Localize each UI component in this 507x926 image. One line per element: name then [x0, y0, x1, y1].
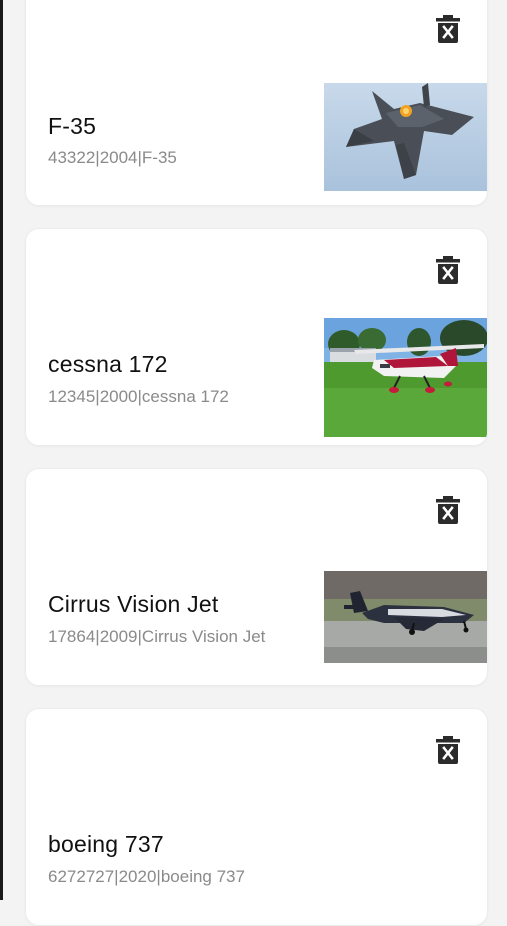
aircraft-details: 12345|2000|cessna 172 — [48, 387, 229, 406]
window-edge — [0, 0, 3, 900]
f35-jet-photo — [324, 83, 487, 191]
aircraft-title: cessna 172 — [48, 351, 168, 377]
aircraft-card[interactable]: boeing 737 6272727|2020|boeing 737 — [25, 708, 488, 926]
delete-button[interactable] — [435, 735, 461, 765]
aircraft-title: boeing 737 — [48, 831, 164, 857]
trash-x-icon — [436, 256, 460, 284]
aircraft-thumbnail — [324, 318, 487, 437]
trash-x-icon — [436, 736, 460, 764]
cessna-on-grass-photo — [324, 318, 487, 437]
aircraft-details: 17864|2009|Cirrus Vision Jet — [48, 627, 266, 646]
aircraft-thumbnail — [324, 83, 487, 191]
aircraft-card[interactable]: Cirrus Vision Jet 17864|2009|Cirrus Visi… — [25, 468, 488, 686]
aircraft-card[interactable]: cessna 172 12345|2000|cessna 172 — [25, 228, 488, 446]
aircraft-details: 43322|2004|F-35 — [48, 148, 177, 167]
trash-x-icon — [436, 496, 460, 524]
delete-button[interactable] — [435, 495, 461, 525]
aircraft-title: Cirrus Vision Jet — [48, 591, 219, 617]
cirrus-vision-jet-photo — [324, 571, 487, 663]
aircraft-details: 6272727|2020|boeing 737 — [48, 867, 245, 886]
delete-button[interactable] — [435, 14, 461, 44]
trash-x-icon — [436, 15, 460, 43]
delete-button[interactable] — [435, 255, 461, 285]
aircraft-title: F-35 — [48, 113, 97, 139]
aircraft-card[interactable]: F-35 43322|2004|F-35 — [25, 0, 488, 206]
aircraft-thumbnail — [324, 571, 487, 663]
